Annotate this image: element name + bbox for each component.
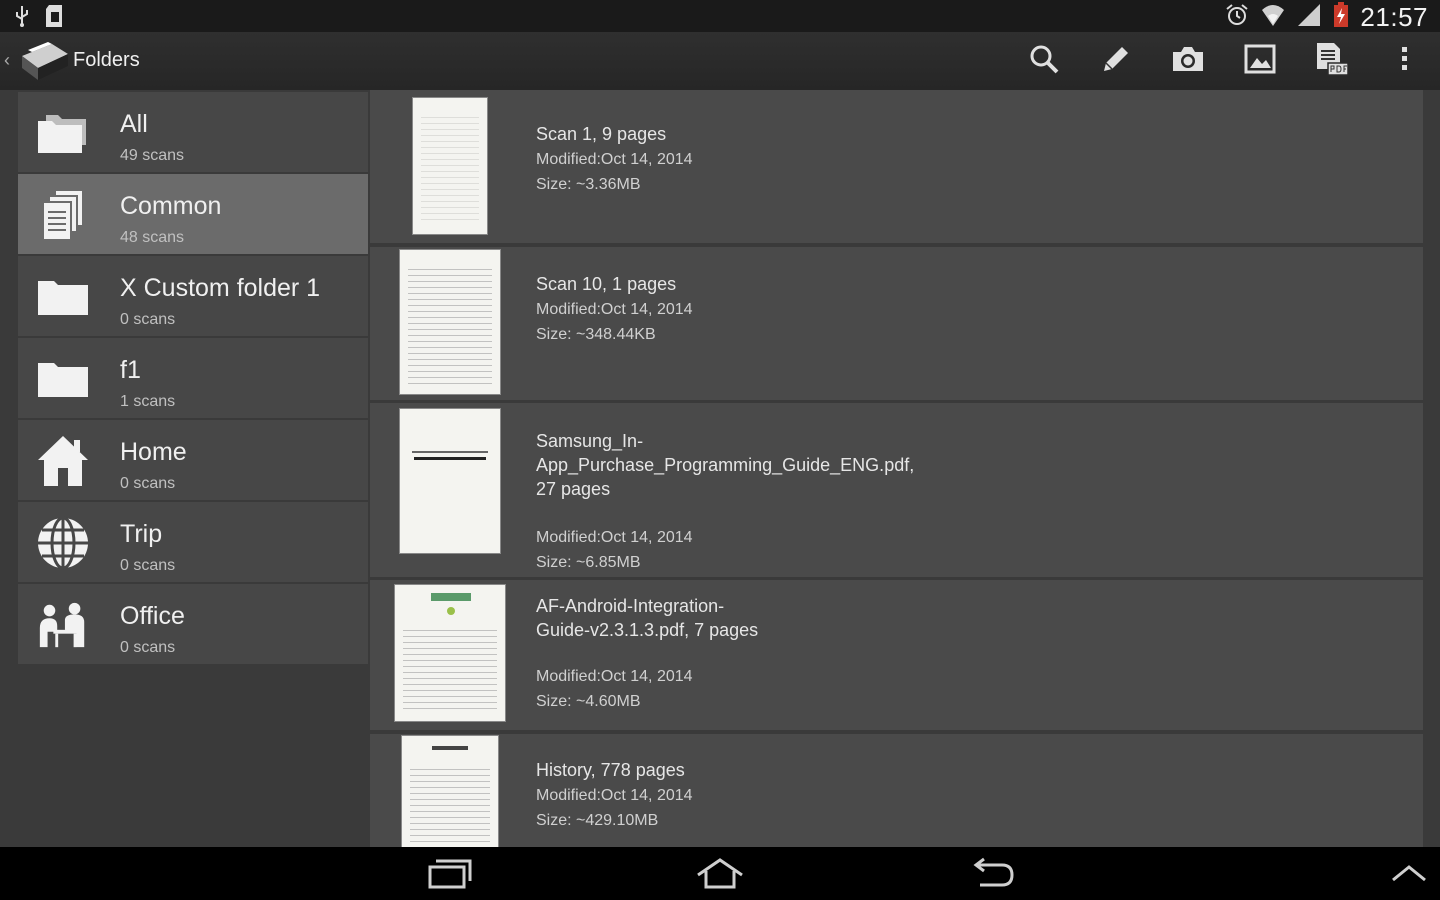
folders-icon (36, 108, 90, 158)
search-button[interactable] (1008, 32, 1080, 90)
pencil-icon (1100, 43, 1132, 80)
folder-name: X Custom folder 1 (120, 274, 321, 302)
scan-thumbnail (400, 250, 500, 394)
folder-name: Trip (120, 520, 163, 548)
folder-icon (36, 272, 90, 322)
scan-title: Scan 10, 1 pages (536, 274, 677, 294)
folder-count: 0 scans (120, 475, 176, 492)
scan-thumbnail (413, 98, 487, 234)
folder-name: Office (120, 602, 185, 630)
folder-item-f1[interactable]: f1 1 scans (18, 338, 368, 418)
folder-count: 0 scans (120, 557, 176, 574)
scan-thumbnail (400, 409, 500, 553)
scan-title: Scan 1, 9 pages (536, 124, 667, 144)
gallery-button[interactable] (1224, 32, 1296, 90)
documents-icon (36, 189, 90, 241)
pdf-document-icon (1314, 41, 1350, 82)
overflow-menu-button[interactable] (1368, 32, 1440, 90)
scan-size: Size: ~348.44KB (536, 326, 656, 343)
scan-modified: Modified:Oct 14, 2014 (536, 301, 693, 318)
folder-sidebar: All 49 scans Common 48 scans X Custom fo… (18, 92, 368, 666)
scan-modified: Modified:Oct 14, 2014 (536, 787, 693, 804)
folder-item-office[interactable]: Office 0 scans (18, 584, 368, 664)
house-icon (36, 436, 90, 486)
folder-item-home[interactable]: Home 0 scans (18, 420, 368, 500)
folder-item-custom-folder-1[interactable]: X Custom folder 1 0 scans (18, 256, 368, 336)
folder-count: 49 scans (120, 147, 185, 164)
folder-item-common[interactable]: Common 48 scans (18, 174, 368, 254)
sd-card-icon (44, 4, 64, 33)
scan-size: Size: ~429.10MB (536, 812, 659, 829)
scan-list: Scan 1, 9 pages Modified:Oct 14, 2014 Si… (370, 90, 1423, 847)
scan-size: Size: ~3.36MB (536, 176, 641, 193)
scan-title: AF-Android-Integration-Guide-v2.3.1.3.pd… (536, 596, 759, 640)
scan-modified: Modified:Oct 14, 2014 (536, 151, 693, 168)
scan-thumbnail (402, 736, 498, 847)
folder-count: 0 scans (120, 311, 176, 328)
home-icon[interactable] (694, 857, 746, 896)
folder-icon (36, 354, 90, 404)
scan-size: Size: ~6.85MB (536, 554, 641, 571)
alarm-icon (1224, 3, 1250, 32)
camera-icon (1171, 45, 1205, 78)
scan-item[interactable]: Scan 1, 9 pages Modified:Oct 14, 2014 Si… (370, 90, 1423, 243)
overflow-menu-icon (1399, 44, 1409, 79)
folder-count: 0 scans (120, 639, 176, 656)
scan-modified: Modified:Oct 14, 2014 (536, 668, 693, 685)
globe-icon (36, 516, 90, 570)
page-title: Folders (73, 49, 140, 71)
signal-icon (1296, 2, 1322, 33)
action-bar: ‹ Folders (0, 32, 1440, 90)
wifi-icon (1260, 2, 1286, 33)
scanner-app-logo-icon[interactable] (18, 38, 70, 89)
scan-modified: Modified:Oct 14, 2014 (536, 529, 693, 546)
recent-apps-icon[interactable] (426, 857, 472, 896)
scan-item[interactable]: Samsung_In-App_Purchase_Programming_Guid… (370, 403, 1423, 577)
folder-count: 48 scans (120, 229, 185, 246)
folder-name: Common (120, 192, 222, 220)
scan-item[interactable]: History, 778 pages Modified:Oct 14, 2014… (370, 734, 1423, 847)
camera-button[interactable] (1152, 32, 1224, 90)
folder-name: Home (120, 438, 187, 466)
scan-thumbnail (395, 585, 505, 721)
back-chevron-icon[interactable]: ‹ (4, 50, 10, 71)
search-icon (1028, 43, 1060, 80)
folder-item-all[interactable]: All 49 scans (18, 92, 368, 172)
scan-item[interactable]: AF-Android-Integration-Guide-v2.3.1.3.pd… (370, 580, 1423, 730)
scan-size: Size: ~4.60MB (536, 693, 641, 710)
image-icon (1244, 44, 1276, 79)
edit-button[interactable] (1080, 32, 1152, 90)
scan-title: Samsung_In-App_Purchase_Programming_Guid… (536, 431, 915, 499)
folder-count: 1 scans (120, 393, 176, 410)
office-icon (36, 600, 90, 650)
usb-icon (14, 5, 30, 32)
status-bar: 21:57 (0, 0, 1440, 32)
pdf-button[interactable] (1296, 32, 1368, 90)
back-icon[interactable] (970, 857, 1016, 896)
battery-icon (1332, 2, 1350, 33)
scan-title: History, 778 pages (536, 760, 685, 780)
folder-name: All (120, 110, 148, 138)
folder-item-trip[interactable]: Trip 0 scans (18, 502, 368, 582)
folder-name: f1 (120, 356, 141, 384)
clock: 21:57 (1360, 2, 1428, 32)
chevron-up-icon[interactable] (1390, 863, 1428, 888)
scan-item[interactable]: Scan 10, 1 pages Modified:Oct 14, 2014 S… (370, 247, 1423, 400)
navigation-bar (0, 847, 1440, 900)
